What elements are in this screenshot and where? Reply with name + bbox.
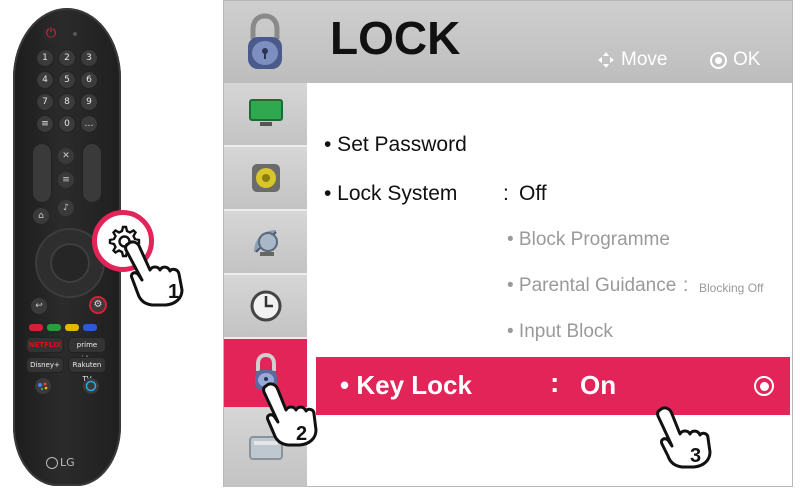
number-key-3[interactable]: 3 [81,50,97,66]
guide-key[interactable]: ≡ [58,172,74,188]
number-key-6[interactable]: 6 [81,72,97,88]
sound-icon [251,164,280,192]
move-arrows-icon [598,52,614,68]
disney-plus-key[interactable]: Disney+ [27,358,63,372]
key-lock-value: On [580,370,617,400]
parental-guidance-colon: : [683,275,689,296]
lock-system-colon: : [503,182,509,205]
lock-icon [248,13,282,69]
rakuten-tv-key[interactable]: Rakuten TV [69,358,105,383]
number-key-1[interactable]: 1 [37,50,53,66]
ok-button-icon [710,51,727,69]
lg-logo: LG [46,456,75,469]
menu-item-parental-guidance: • Parental Guidance [507,275,677,296]
home-key[interactable]: ⌂ [33,208,49,224]
number-key-9[interactable]: 9 [81,94,97,110]
step-3-number: 3 [690,445,701,467]
channel-rocker[interactable] [83,144,101,202]
ok-hint-label: OK [733,49,761,70]
mic-key[interactable]: ♪ [58,200,74,216]
hand-pointer-icon-step-2: 2 [262,382,318,447]
more-key[interactable]: … [81,116,97,132]
green-key[interactable] [47,324,61,331]
volume-rocker[interactable] [33,144,51,202]
satellite-icon [253,230,278,256]
number-key-5[interactable]: 5 [59,72,75,88]
number-key-2[interactable]: 2 [59,50,75,66]
prime-video-key[interactable]: prime video [69,338,105,363]
number-key-0[interactable]: 0 [59,116,75,132]
step-1-number: 1 [168,281,179,303]
blue-key[interactable] [83,324,97,331]
netflix-key[interactable]: NETFLIX [27,338,63,352]
list-key[interactable]: ≡ [37,116,53,132]
lg-brand-text: LG [60,456,75,469]
menu-item-lock-system[interactable]: • Lock System [324,182,457,206]
hand-pointer-icon-step-3: 3 [656,406,712,469]
menu-item-block-programme: • Block Programme [507,229,670,250]
parental-guidance-value: Blocking Off [699,281,764,295]
move-hint: Move [597,49,667,71]
key-lock-label: • Key Lock [340,370,472,400]
sidebar-item-picture[interactable] [224,83,307,147]
menu-header: LOCK Move OK [224,1,792,83]
ok-hint: OK [710,49,760,71]
key-lock-colon: : [550,367,560,398]
radio-selected-icon[interactable] [754,376,774,396]
mute-key[interactable]: ✕ [58,148,74,164]
sidebar-item-time[interactable] [224,275,307,339]
settings-key[interactable]: ⚙ [89,296,107,314]
back-key[interactable]: ↩ [31,298,47,314]
wheel-center[interactable] [52,245,88,281]
menu-item-set-password[interactable]: • Set Password [324,133,467,157]
yellow-key[interactable] [65,324,79,331]
number-key-8[interactable]: 8 [59,94,75,110]
number-key-7[interactable]: 7 [37,94,53,110]
clock-icon [250,290,281,322]
header-lock-tile [224,1,307,83]
mic-indicator [73,32,77,36]
step-2-number: 2 [296,423,307,445]
number-key-4[interactable]: 4 [37,72,53,88]
menu-item-input-block: • Input Block [507,321,613,342]
power-button[interactable]: ⏻ [43,26,59,42]
hand-pointer-icon-step-1: 1 [124,240,184,307]
lock-system-value: Off [519,182,547,205]
google-assistant-key[interactable] [35,378,51,394]
sidebar-item-channel[interactable] [224,211,307,275]
move-hint-label: Move [621,49,668,70]
menu-title: LOCK [330,12,461,64]
sidebar-item-sound[interactable] [224,147,307,211]
picture-icon [248,99,283,126]
lg-logo-mark [46,456,58,469]
alexa-key[interactable] [83,378,99,394]
red-key[interactable] [29,324,43,331]
